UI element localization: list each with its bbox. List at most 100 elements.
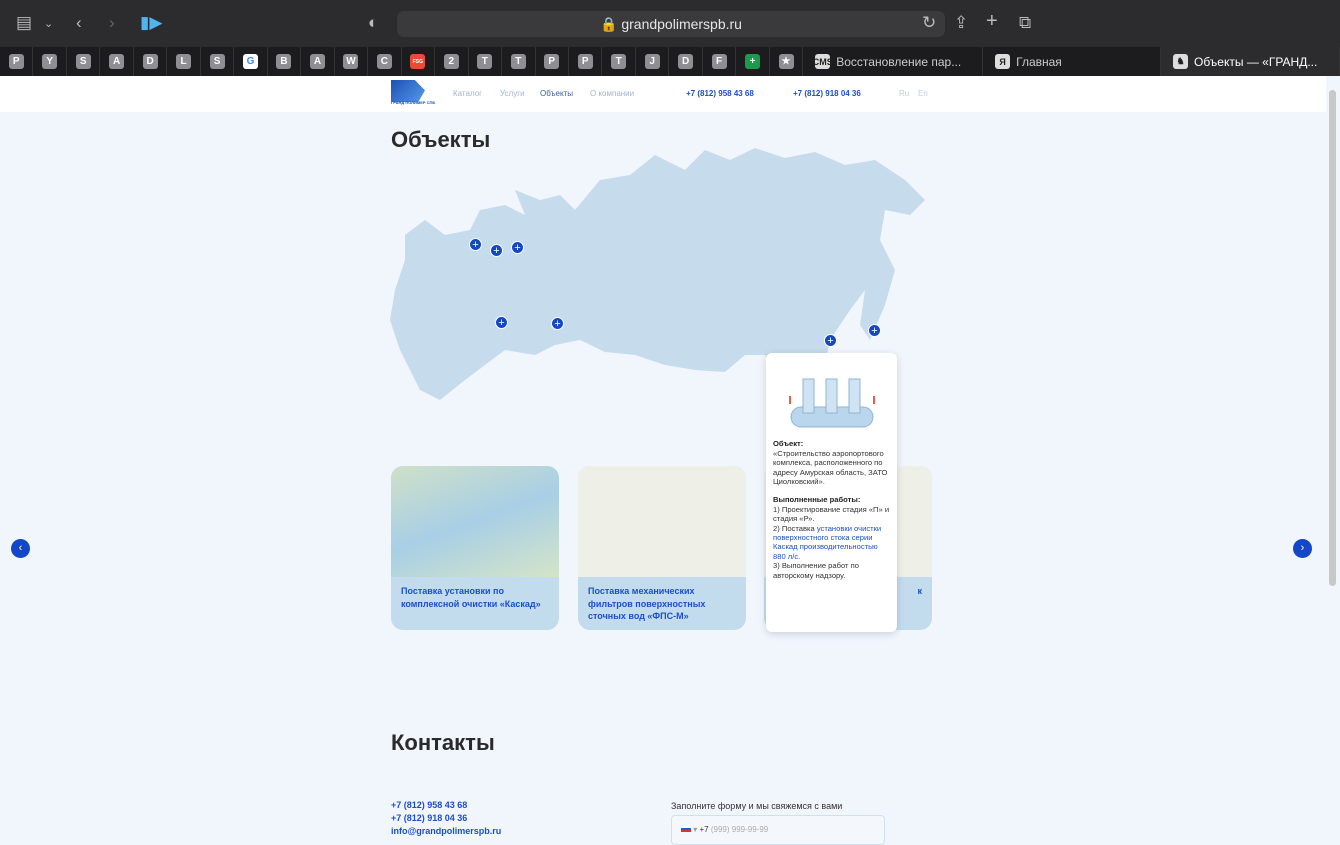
nav-services[interactable]: Услуги [500,89,525,98]
object-card[interactable]: Поставка механических фильтров поверхнос… [578,466,746,630]
tab-title: Восстановление пар... [836,54,962,69]
object-card-title: Поставка механических фильтров поверхнос… [588,586,706,621]
reload-icon[interactable]: ↻ [922,13,936,33]
sidebar-icon[interactable]: ▤ [16,13,32,33]
favorite-bookmark[interactable]: S [67,47,101,76]
favorite-bookmark[interactable]: FSG [402,47,436,76]
new-tab-icon[interactable]: + [986,10,998,33]
favorite-bookmark[interactable]: F [703,47,737,76]
browser-toolbar: ▤ ⌄ ‹ › ▮▶ ◐ 🔒 grandpolimerspb.ru ↻ ⇪ + … [0,0,1340,47]
lang-en[interactable]: En [918,89,928,98]
favorite-bookmark[interactable]: T [602,47,636,76]
map-object-pin[interactable]: + [551,317,564,330]
object-tooltip: Объект: «Строительство аэропортового ком… [766,353,897,632]
tab-favicon: CMS [813,54,833,69]
shield-icon[interactable]: ◐ [368,13,378,33]
nav-about[interactable]: О компании [590,89,634,98]
favorite-bookmark[interactable]: C [368,47,402,76]
object-card-title: Поставка установки по комплексной очистк… [401,586,541,609]
tooltip-object-text: «Строительство аэропортового комплекса, … [773,448,888,487]
favorite-bookmark[interactable]: T [469,47,503,76]
favorite-bookmark[interactable]: P [569,47,603,76]
phone-prefix: +7 [699,825,709,834]
map-object-pin[interactable]: + [469,238,482,251]
browser-tab[interactable]: ♞ Объекты — «ГРАНД... [1161,47,1340,76]
favorite-bookmark[interactable]: + [736,47,770,76]
header-phone-1[interactable]: +7 (812) 958 43 68 [686,89,754,98]
favorite-bookmark[interactable]: S [201,47,235,76]
favorite-bookmark[interactable]: A [100,47,134,76]
browser-tab[interactable]: CMS Восстановление пар... [803,47,984,76]
favorite-bookmark[interactable]: ★ [770,47,804,76]
tab-favicon: ♞ [1173,54,1188,69]
favorite-bookmark[interactable]: P [536,47,569,76]
tooltip-works-label: Выполненные работы: [773,495,861,505]
page-scrollbar[interactable] [1329,90,1336,586]
favorite-bookmark[interactable]: Y [33,47,67,76]
favorite-icon: Y [42,54,58,69]
favorite-bookmark[interactable]: J [636,47,670,76]
back-icon[interactable]: ‹ [76,13,82,33]
map-object-pin[interactable]: + [824,334,837,347]
site-header: ГРАНД ПОЛИМЕР СПБ Каталог Услуги Объекты… [0,76,1326,112]
favorite-icon: + [745,54,761,69]
browser-tab[interactable]: Я Главная [983,47,1161,76]
tab-bar: P Y S A D L S G B A W C FSG 2 T T P P T J D F + ★ CMS Восстановле… [0,47,1340,76]
favorite-icon: P [8,54,24,69]
favorite-bookmark[interactable]: L [167,47,201,76]
tabs-overview-icon[interactable]: ⧉ [1019,13,1031,33]
favorite-bookmark[interactable]: 2 [435,47,469,76]
object-card-map-image [391,466,559,577]
map-object-pin[interactable]: + [511,241,524,254]
favorite-bookmark[interactable]: G [234,47,268,76]
favorite-bookmark[interactable]: P [0,47,34,76]
favorite-bookmark[interactable]: D [669,47,703,76]
object-card[interactable]: Поставка установки по комплексной очистк… [391,466,559,630]
contacts-title: Контакты [391,730,495,755]
address-bar[interactable]: 🔒 grandpolimerspb.ru [397,11,945,37]
contact-email[interactable]: info@grandpolimerspb.ru [391,826,501,836]
favorite-icon: G [243,54,259,69]
object-card-map-image [578,466,746,577]
favorite-icon: T [510,54,526,69]
forward-icon[interactable]: › [109,13,115,33]
favorite-icon: B [276,54,292,69]
favorite-bookmark[interactable]: W [335,47,369,76]
chevron-down-icon[interactable]: ⌄ [44,17,53,30]
nav-catalog[interactable]: Каталог [453,89,482,98]
favorite-icon: A [309,54,325,69]
favorite-icon: D [678,54,694,69]
favorite-icon: W [343,54,359,69]
contact-phone-1[interactable]: +7 (812) 958 43 68 [391,800,467,810]
carousel-prev-button[interactable]: ‹ [11,539,30,558]
russia-flag-icon[interactable] [681,826,691,832]
favorite-icon: FSG [410,54,426,69]
favorite-bookmark[interactable]: A [301,47,335,76]
favorite-icon: 2 [443,54,459,69]
tank-illustration [789,378,875,428]
extension-icon[interactable]: ▮▶ [140,13,162,33]
favorite-bookmark[interactable]: B [268,47,302,76]
map-object-pin[interactable]: + [490,244,503,257]
favorite-icon: F [711,54,727,69]
tooltip-work-1: 1) Проектирование стадия «П» и стадия «Р… [773,504,890,524]
favorite-icon: T [477,54,493,69]
map-object-pin[interactable]: + [868,324,881,337]
phone-input[interactable]: ▾ +7 (999) 999-99-99 [671,815,885,845]
favorite-icon: D [142,54,158,69]
favorite-icon: S [75,54,91,69]
favorite-icon: P [577,54,593,69]
favorite-icon: A [109,54,125,69]
map-object-pin[interactable]: + [495,316,508,329]
carousel-next-button[interactable]: › [1293,539,1312,558]
contact-phone-2[interactable]: +7 (812) 918 04 36 [391,813,467,823]
nav-objects[interactable]: Объекты [540,89,573,98]
favorite-bookmark[interactable]: T [502,47,536,76]
tab-title: Объекты — «ГРАНД... [1194,54,1318,69]
favorite-bookmark[interactable]: D [134,47,168,76]
lang-ru[interactable]: Ru [899,89,909,98]
header-phone-2[interactable]: +7 (812) 918 04 36 [793,89,861,98]
form-label: Заполните форму и мы свяжемся с вами [671,801,843,811]
share-icon[interactable]: ⇪ [954,13,968,33]
favorite-icon: L [176,54,192,69]
